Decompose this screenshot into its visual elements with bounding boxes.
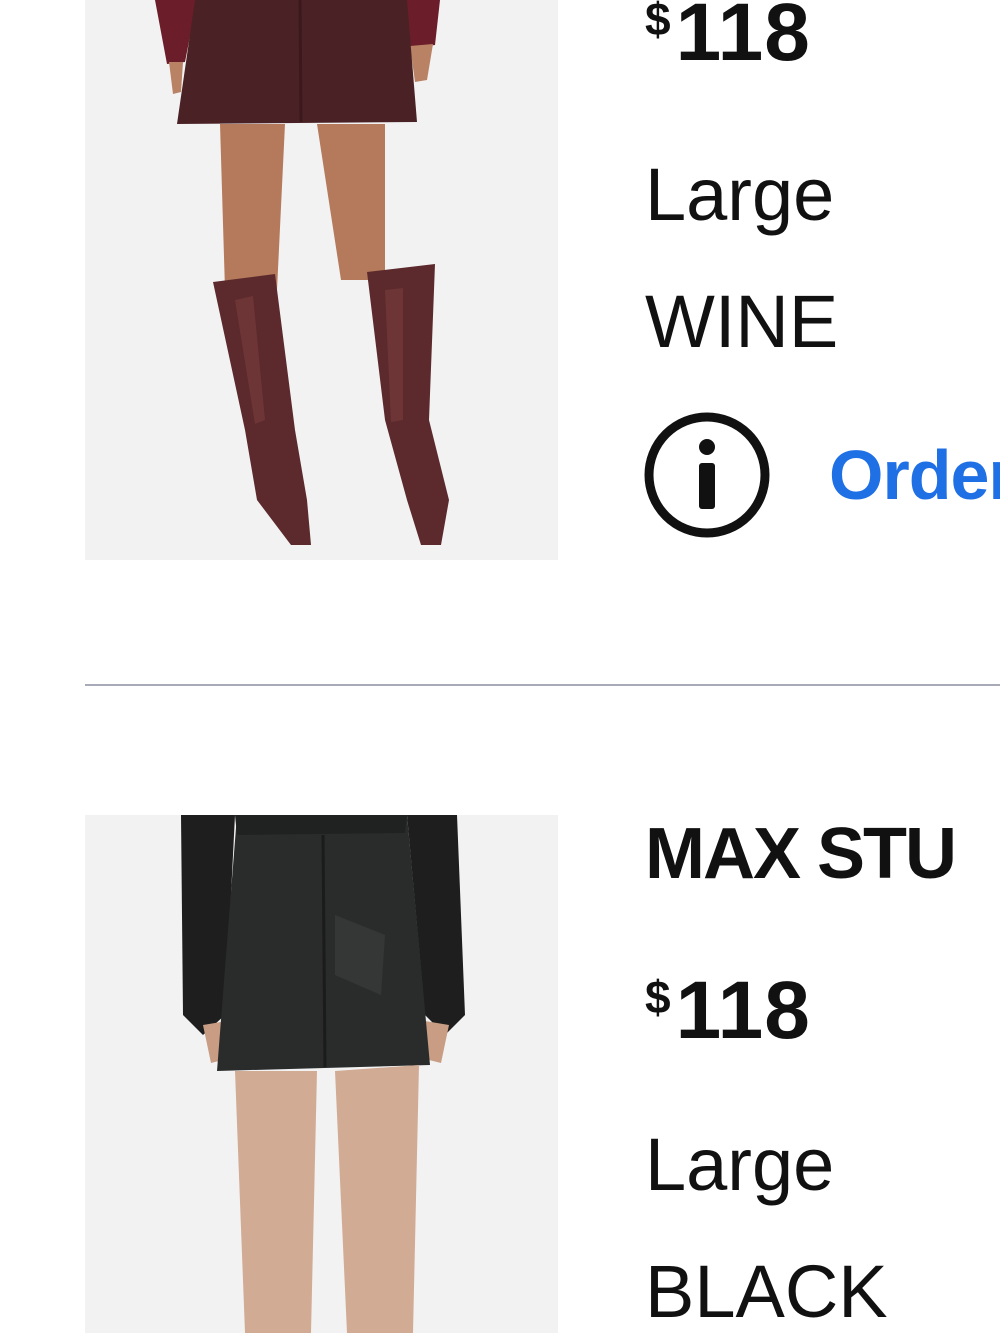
order-item-2: MAX STU $118 Large BLACK xyxy=(0,0,1000,1333)
item-color: BLACK xyxy=(645,1250,888,1333)
product-photo xyxy=(85,815,558,1333)
item-2-details: $118 xyxy=(645,970,811,1052)
item-size: Large xyxy=(645,1123,835,1206)
product-image-black-skirt[interactable] xyxy=(85,815,558,1333)
item-price: $118 xyxy=(645,965,811,1056)
item-name: MAX STU xyxy=(645,814,957,894)
